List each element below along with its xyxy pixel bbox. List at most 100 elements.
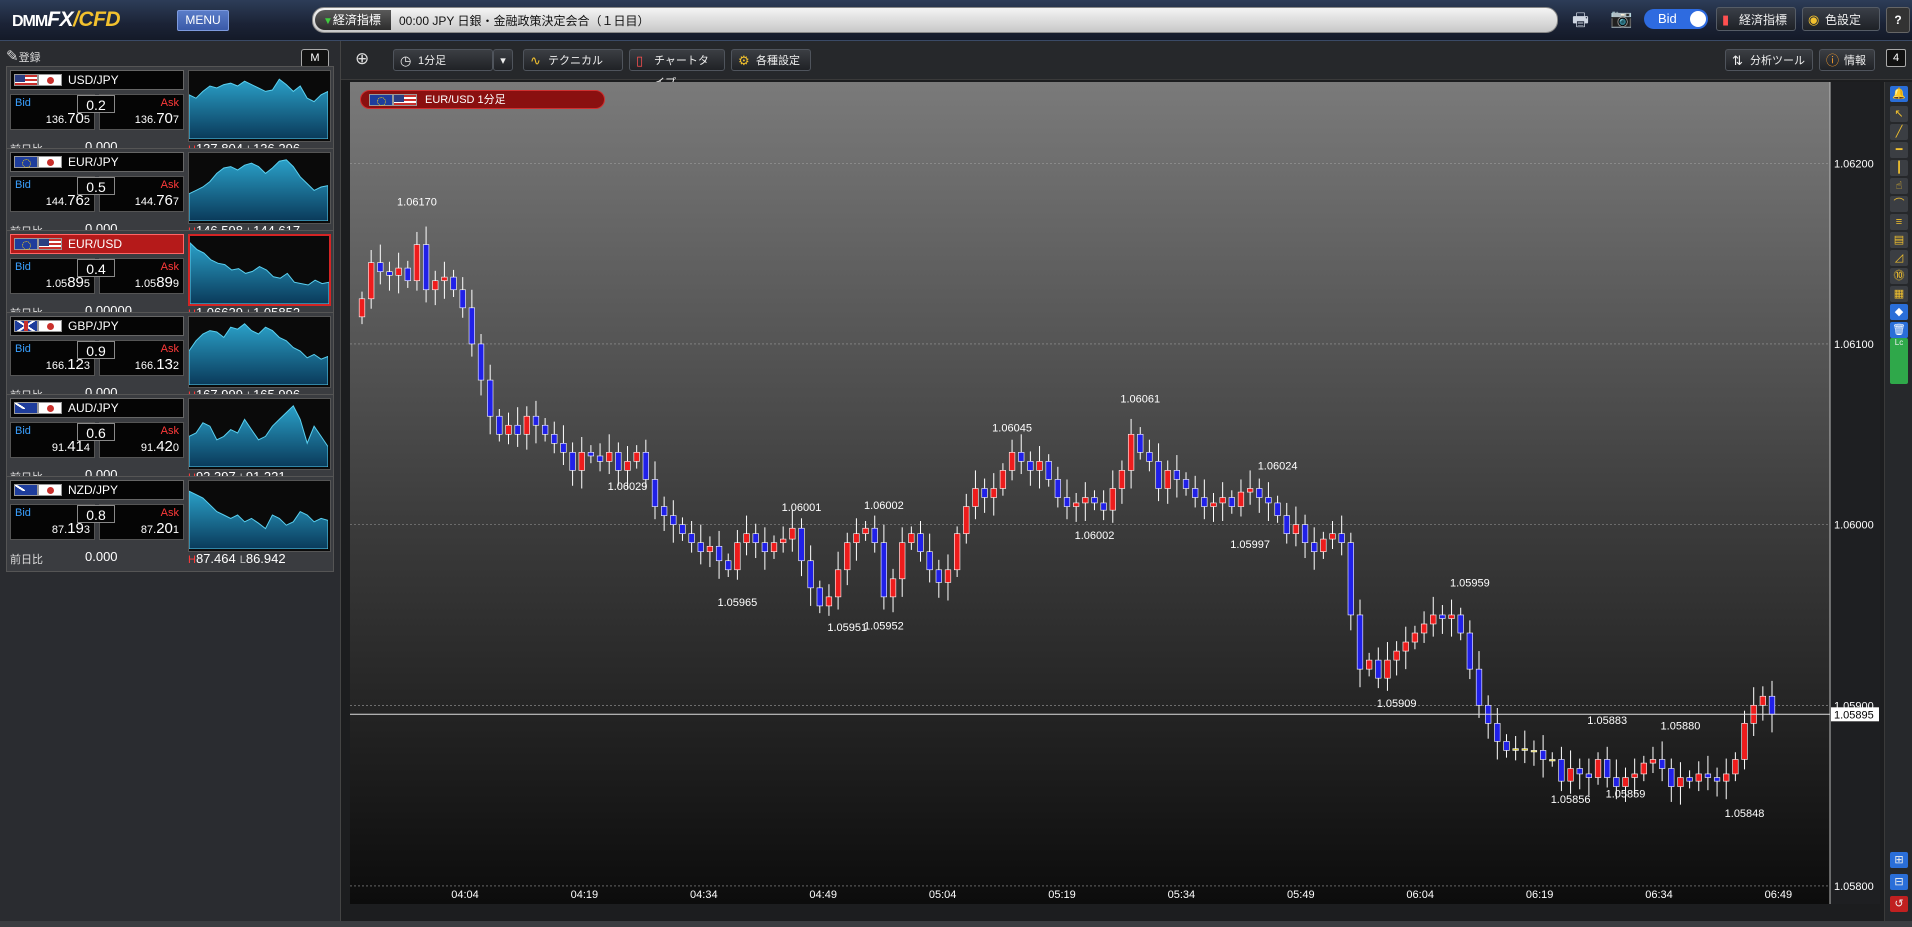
pair-name-bar[interactable]: NZD/JPY [10, 480, 184, 500]
technical-button[interactable]: ∿ テクニカル [523, 49, 623, 71]
bid-ask-toggle[interactable]: Bid [1644, 9, 1708, 29]
extreme-price-label: 1.05951 [827, 622, 867, 634]
bid-label: Bid [15, 507, 31, 519]
mini-chart[interactable] [188, 398, 331, 470]
candle-body [1283, 515, 1290, 534]
channel-icon[interactable]: ▤ [1890, 232, 1908, 248]
candle-body [1686, 777, 1693, 782]
candle-body [596, 455, 604, 462]
chart-title-badge[interactable]: EUR/USD 1分足 [360, 90, 605, 109]
x-tick-label: 04:19 [571, 889, 599, 901]
price-chart[interactable]: EUR/USD 1分足 1.06200 1.06100 1.06000 1.05900… [350, 82, 1880, 904]
cursor-icon[interactable]: ↖ [1890, 106, 1908, 122]
pair-name: EUR/USD [68, 237, 123, 251]
candle-body [1594, 759, 1602, 778]
mini-chart[interactable] [188, 234, 331, 306]
color-settings-button[interactable]: ◉ 色設定 [1802, 7, 1880, 31]
analysis-tools-button[interactable]: ⇅ 分析ツール [1725, 49, 1813, 71]
pair-flags [14, 484, 64, 496]
candle-body [523, 415, 530, 435]
candle-body [1008, 452, 1016, 471]
candle-body [1521, 748, 1528, 751]
candle-body [770, 542, 778, 553]
x-tick-label: 04:49 [809, 889, 837, 901]
ask-label: Ask [160, 343, 179, 355]
sparkline [189, 404, 328, 467]
economic-indicators-button[interactable]: ▮ 経済指標 [1716, 7, 1796, 31]
hline-icon[interactable]: ━ [1890, 142, 1908, 158]
register-icon: ✎ [6, 48, 19, 65]
printer-icon[interactable]: 🖶 [1572, 8, 1589, 38]
candlestick-chart[interactable]: 1.062001.061001.060001.059001.0580004:04… [350, 82, 1880, 904]
candle-body [1530, 750, 1538, 753]
candle-body [514, 424, 521, 435]
panel-count[interactable]: 4 [1886, 49, 1906, 67]
pair-name-bar[interactable]: AUD/JPY [10, 398, 184, 418]
candle-body [1329, 533, 1336, 540]
pair-name-bar[interactable]: USD/JPY [10, 70, 184, 90]
bid-label: Bid [15, 343, 31, 355]
zoom-icon[interactable]: ⊕ [355, 49, 369, 69]
candle-body [1558, 759, 1565, 782]
candle-body [1018, 452, 1025, 462]
pair-name-bar[interactable]: GBP/JPY [10, 316, 184, 336]
pair-name-bar[interactable]: EUR/JPY [10, 152, 184, 172]
fibo-fan-icon[interactable]: ⌒ [1890, 196, 1908, 212]
pair-flags [14, 320, 64, 332]
chart-type-button[interactable]: ▯チャートタイプ [629, 49, 725, 89]
candle-body [1457, 614, 1464, 634]
mini-chart[interactable] [188, 152, 331, 224]
candle-body [651, 479, 659, 507]
candle-body [1659, 759, 1666, 769]
remove-panel-icon[interactable]: ⊟ [1890, 874, 1908, 890]
prev-day-change: 0.000 [85, 549, 118, 564]
candle-body [908, 533, 915, 543]
sparkline-area [189, 78, 328, 139]
ask-label: Ask [160, 425, 179, 437]
candle-body [1210, 502, 1217, 507]
eraser-icon[interactable]: ◆ [1890, 304, 1908, 320]
x-tick-label: 04:34 [690, 889, 718, 901]
menu-button[interactable]: MENU [177, 10, 229, 31]
news-ticker[interactable]: ▼経済指標 00:00 JPY 日銀・金融政策決定会合（１日目） [312, 7, 1558, 33]
settings-button[interactable]: ⚙ 各種設定 [731, 49, 811, 71]
trendline-icon[interactable]: ╱ [1890, 124, 1908, 140]
gann-icon[interactable]: ◿ [1890, 250, 1908, 266]
hand-icon[interactable]: ☝ [1890, 178, 1908, 194]
info-button[interactable]: ⓘ 情報 [1819, 49, 1875, 71]
bid-label: Bid [15, 97, 31, 109]
pair-name: NZD/JPY [68, 483, 119, 497]
candle-body [1430, 614, 1437, 625]
candle-body [789, 527, 796, 540]
candle-body [1503, 741, 1510, 751]
candle-body [477, 343, 485, 381]
brand-logo[interactable]: DMMFX/CFD [12, 8, 121, 32]
pair-name-bar[interactable]: EUR/USD [10, 234, 184, 254]
timeframe-dropdown[interactable]: ▾ [493, 49, 513, 71]
candle-body [459, 289, 466, 309]
help-button[interactable]: ? [1886, 7, 1910, 33]
extreme-price-label: 1.06061 [1120, 393, 1160, 405]
fibo-retrace-icon[interactable]: ≡ [1890, 214, 1908, 230]
candle-body [505, 424, 512, 435]
gear-icon: ⚙ [738, 53, 750, 68]
line-color-icon[interactable]: Lc [1890, 338, 1908, 384]
register-button[interactable]: ✎登録 [6, 47, 41, 65]
pair-flags [14, 402, 64, 414]
eu-flag-icon [14, 238, 38, 250]
count-icon[interactable]: ⓾ [1890, 268, 1908, 284]
vline-icon[interactable]: ┃ [1890, 160, 1908, 176]
alert-bell-icon[interactable]: 🔔 [1890, 86, 1908, 102]
mini-chart[interactable] [188, 316, 331, 388]
candle-body [1366, 659, 1373, 670]
candle-body [624, 461, 631, 471]
mini-chart[interactable] [188, 70, 331, 142]
calendar-icon[interactable]: ▦ [1890, 286, 1908, 302]
add-panel-icon[interactable]: ⊞ [1890, 852, 1908, 868]
timeframe-select[interactable]: ◷ 1分足 [393, 49, 493, 71]
trash-icon[interactable]: 🗑 [1890, 322, 1908, 338]
mini-chart[interactable] [188, 480, 331, 552]
reset-icon[interactable]: ↺ [1890, 896, 1908, 912]
currency-pair-card[interactable]: NZD/JPY Bid 87.193 Ask 87.201 0.8 前日比 0.000 H87.… [6, 476, 334, 572]
camera-icon[interactable]: 📷 [1610, 8, 1632, 29]
